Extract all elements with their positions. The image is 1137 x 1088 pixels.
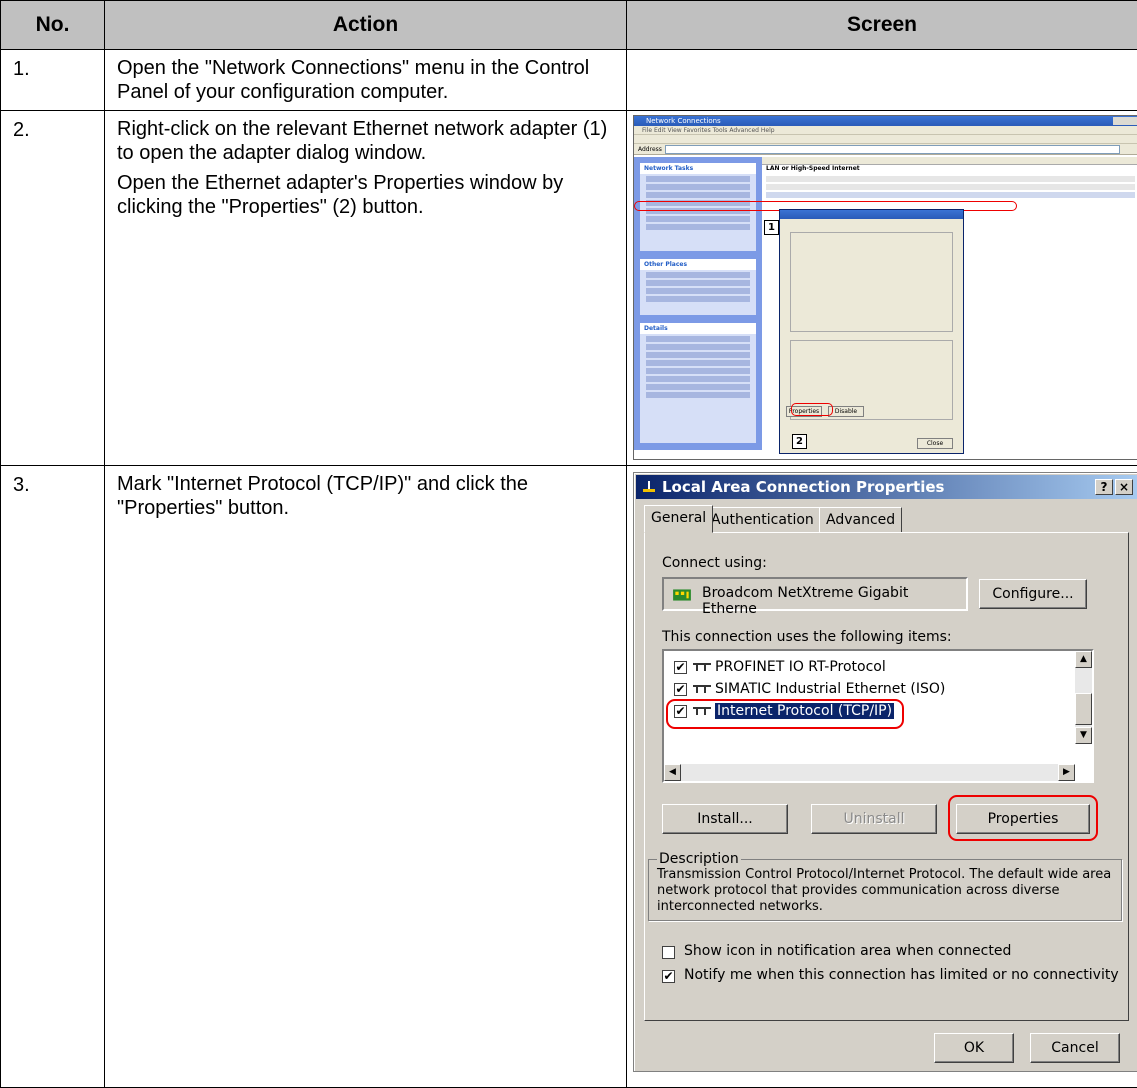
step-action: Right-click on the relevant Ethernet net… xyxy=(105,111,627,466)
action-text: Mark "Internet Protocol (TCP/IP)" and cl… xyxy=(117,472,614,520)
adapter-name: Broadcom NetXtreme Gigabit Etherne xyxy=(702,585,966,617)
uninstall-button: Uninstall xyxy=(811,804,937,834)
status-dialog-titlebar xyxy=(780,210,963,219)
other-places-pane: Other Places xyxy=(640,259,756,315)
step-number: 1. xyxy=(1,50,105,111)
item-label: PROFINET IO RT-Protocol xyxy=(715,659,886,675)
action-text: Open the "Network Connections" menu in t… xyxy=(117,56,614,104)
description-group: Description Transmission Control Protoco… xyxy=(648,851,1122,921)
scroll-down-button[interactable]: ▼ xyxy=(1075,727,1092,744)
list-item[interactable] xyxy=(766,176,1135,182)
ok-button[interactable]: OK xyxy=(934,1033,1014,1063)
disable-button[interactable]: Disable xyxy=(828,406,864,417)
action-text: Right-click on the relevant Ethernet net… xyxy=(117,117,614,165)
network-connection-icon xyxy=(642,480,656,494)
step-action: Open the "Network Connections" menu in t… xyxy=(105,50,627,111)
address-label: Address xyxy=(638,146,662,153)
window-titlebar: Network Connections xyxy=(634,116,1137,126)
step-number: 2. xyxy=(1,111,105,466)
list-item[interactable]: ✔ PROFINET IO RT-Protocol xyxy=(674,657,886,677)
tab-general[interactable]: General xyxy=(644,505,713,533)
scroll-up-button[interactable]: ▲ xyxy=(1075,651,1092,668)
close-button[interactable]: Close xyxy=(917,438,953,449)
close-icon[interactable]: × xyxy=(1115,479,1133,495)
scroll-left-button[interactable]: ◀ xyxy=(664,764,681,781)
step-screen: Network Connections File Edit View Favor… xyxy=(627,111,1137,466)
highlight-ring xyxy=(666,699,904,729)
window-title: Network Connections xyxy=(646,117,721,125)
scroll-right-button[interactable]: ▶ xyxy=(1058,764,1075,781)
step-screen: Local Area Connection Properties ? × Gen… xyxy=(627,466,1137,1088)
item-checkbox[interactable]: ✔ xyxy=(674,683,687,696)
configure-button[interactable]: Configure... xyxy=(979,579,1087,609)
item-label: SIMATIC Industrial Ethernet (ISO) xyxy=(715,681,945,697)
network-connections-screenshot: Network Connections File Edit View Favor… xyxy=(633,115,1137,460)
header-screen: Screen xyxy=(627,1,1137,50)
tab-advanced[interactable]: Advanced xyxy=(819,507,902,533)
details-pane: Details xyxy=(640,323,756,443)
action-text: Open the Ethernet adapter's Properties w… xyxy=(117,171,614,219)
callout-marker: 1 xyxy=(764,220,779,235)
local-area-connection-properties-dialog: Local Area Connection Properties ? × Gen… xyxy=(633,472,1137,1072)
instruction-table: No. Action Screen 1. Open the "Network C… xyxy=(0,0,1137,1088)
dialog-title: Local Area Connection Properties xyxy=(662,478,944,496)
tab-authentication[interactable]: Authentication xyxy=(704,507,821,533)
install-button[interactable]: Install... xyxy=(662,804,788,834)
pane-header[interactable]: Details xyxy=(640,323,756,334)
header-no: No. xyxy=(1,1,105,50)
protocol-icon xyxy=(693,684,711,694)
window-controls[interactable] xyxy=(1113,117,1137,125)
address-field[interactable] xyxy=(665,145,1120,154)
items-label: This connection uses the following items… xyxy=(662,629,952,645)
step-action: Mark "Internet Protocol (TCP/IP)" and cl… xyxy=(105,466,627,1088)
horizontal-scrollbar-track[interactable] xyxy=(664,764,1075,781)
cancel-button[interactable]: Cancel xyxy=(1030,1033,1120,1063)
protocol-icon xyxy=(693,662,711,672)
group-header: LAN or High-Speed Internet xyxy=(762,165,1137,174)
notify-label: Notify me when this connection has limit… xyxy=(684,967,1119,983)
address-bar[interactable]: Address xyxy=(634,144,1137,155)
highlight-ring xyxy=(791,403,833,416)
connection-group xyxy=(790,232,953,332)
help-button[interactable]: ? xyxy=(1095,479,1113,495)
step-screen xyxy=(627,50,1137,111)
notify-checkbox[interactable]: ✔ xyxy=(662,970,675,983)
highlight-ring xyxy=(948,795,1098,841)
list-item[interactable] xyxy=(766,192,1135,198)
description-legend: Description xyxy=(657,851,741,867)
show-icon-label: Show icon in notification area when conn… xyxy=(684,943,1011,959)
list-item[interactable]: ✔ SIMATIC Industrial Ethernet (ISO) xyxy=(674,679,945,699)
show-icon-checkbox[interactable] xyxy=(662,946,675,959)
connect-using-label: Connect using: xyxy=(662,555,767,571)
description-text: Transmission Control Protocol/Internet P… xyxy=(657,867,1113,915)
vertical-scroll-thumb[interactable] xyxy=(1075,693,1092,725)
connection-status-dialog: Properties Disable Close xyxy=(779,209,964,454)
item-checkbox[interactable]: ✔ xyxy=(674,661,687,674)
pane-header[interactable]: Other Places xyxy=(640,259,756,270)
list-item[interactable] xyxy=(766,184,1135,190)
dialog-titlebar: Local Area Connection Properties ? × xyxy=(636,475,1137,499)
menu-bar[interactable]: File Edit View Favorites Tools Advanced … xyxy=(634,126,1137,135)
list-column-header xyxy=(762,157,1137,165)
network-adapter-icon xyxy=(672,588,692,602)
header-action: Action xyxy=(105,1,627,50)
toolbar[interactable] xyxy=(634,135,1137,144)
adapter-field: Broadcom NetXtreme Gigabit Etherne xyxy=(662,577,968,611)
pane-header[interactable]: Network Tasks xyxy=(640,163,756,174)
step-number: 3. xyxy=(1,466,105,1088)
callout-marker: 2 xyxy=(792,434,807,449)
